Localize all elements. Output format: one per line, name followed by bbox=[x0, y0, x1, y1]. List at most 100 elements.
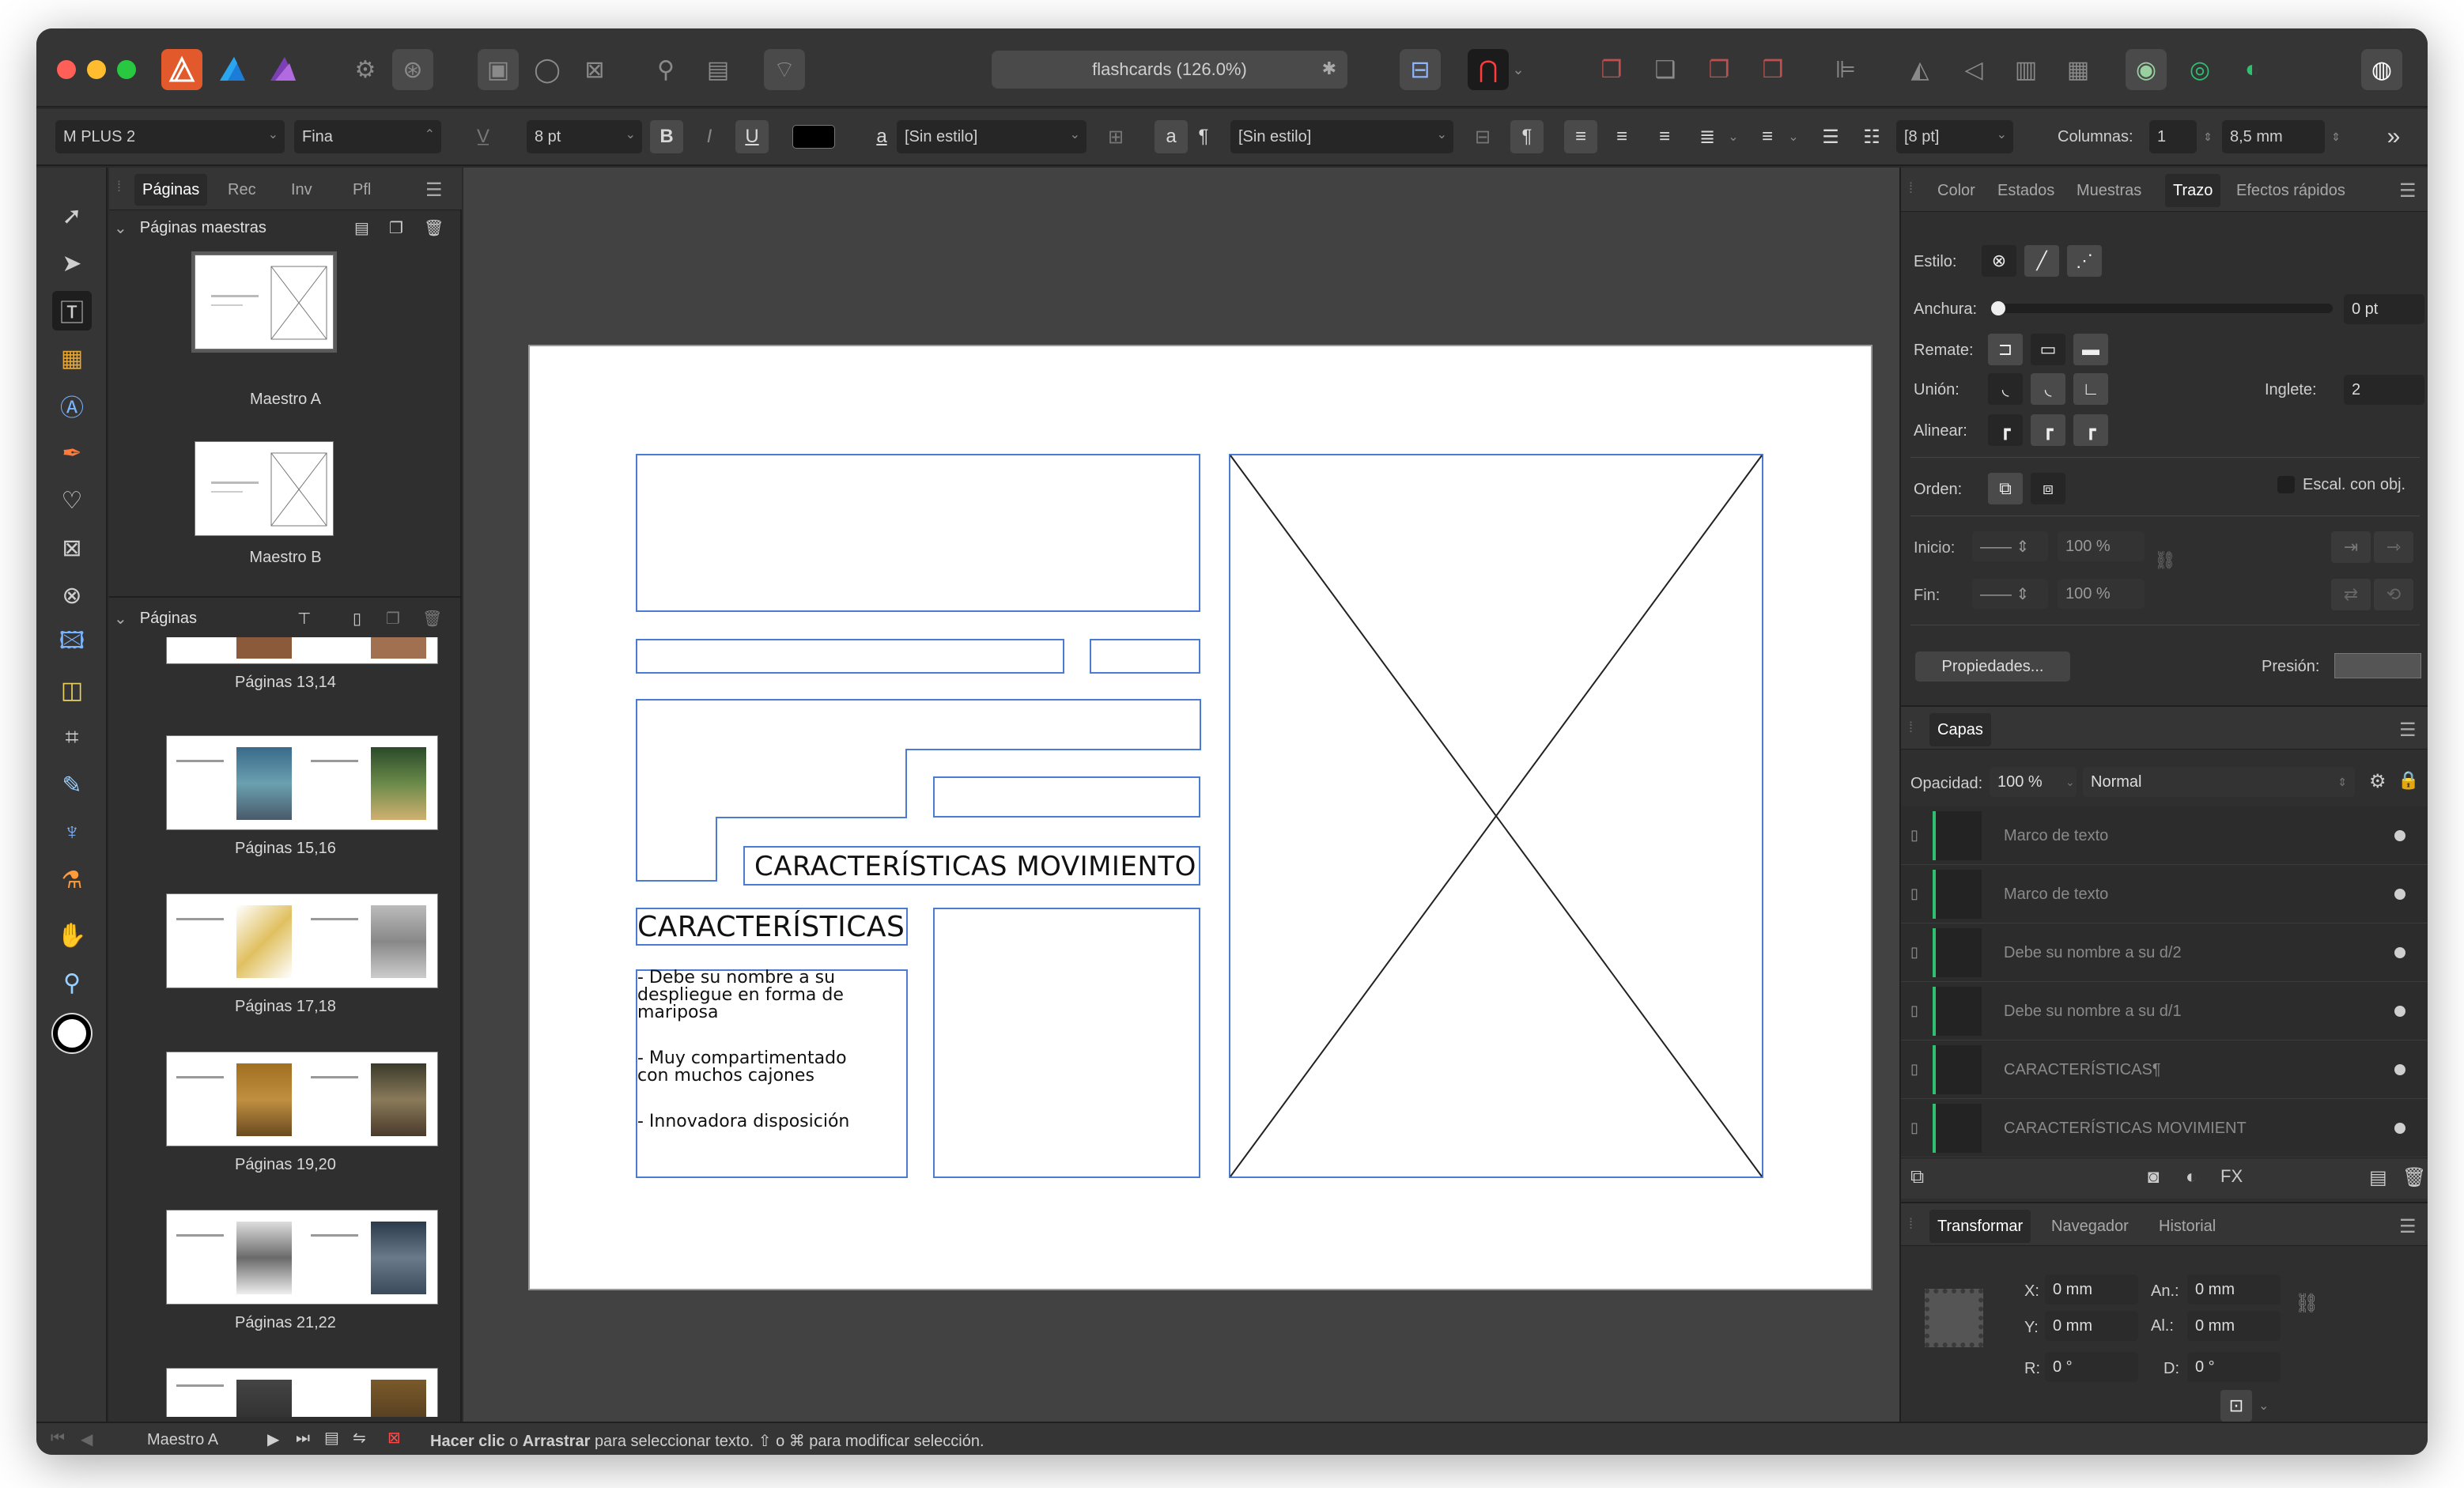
pin-icon[interactable]: ⚲ bbox=[645, 49, 686, 90]
vertical-align-button[interactable]: ≡ bbox=[1751, 120, 1784, 153]
spread-thumbnail[interactable] bbox=[166, 1210, 438, 1305]
toolbar-overflow-button[interactable]: » bbox=[2377, 120, 2410, 153]
link-scale-icon[interactable]: ⛓ bbox=[2154, 550, 2176, 571]
duplicate-master-icon[interactable]: ❐ bbox=[389, 218, 403, 238]
justify-dropdown-icon[interactable]: ⌄ bbox=[1725, 120, 1741, 153]
spread-thumbnail[interactable] bbox=[166, 893, 438, 988]
tab-color[interactable]: Color bbox=[1929, 174, 1983, 207]
node-tool-icon[interactable]: ➤ bbox=[52, 244, 92, 283]
picture-frame-ellipse-icon[interactable]: ⊗ bbox=[52, 576, 92, 615]
solid-stroke-icon[interactable]: ╱ bbox=[2024, 245, 2059, 277]
panel-menu-icon[interactable]: ☰ bbox=[2391, 174, 2424, 207]
clear-para-style-icon[interactable]: ⊟ bbox=[1466, 120, 1499, 153]
tab-pages[interactable]: Páginas bbox=[134, 174, 208, 206]
spread-thumbnail[interactable] bbox=[166, 1052, 438, 1146]
rotation-field[interactable]: 0 ° bbox=[2045, 1352, 2138, 1382]
layer-row[interactable]: ▯ Debe su nombre a su d/2 bbox=[1901, 923, 2428, 982]
layer-row[interactable]: ▯ CARACTERÍSTICAS¶ bbox=[1901, 1040, 2428, 1099]
baseline-grid-icon[interactable]: ⊟ bbox=[1400, 49, 1441, 90]
italic-button[interactable]: I bbox=[693, 120, 726, 153]
layer-visibility-toggle[interactable] bbox=[2394, 1123, 2405, 1134]
mask-layer-icon[interactable]: ◙ bbox=[2148, 1166, 2160, 1188]
underline-button[interactable]: U bbox=[735, 120, 769, 153]
panel-menu-icon[interactable]: ☰ bbox=[418, 174, 451, 206]
font-size-field[interactable]: 8 pt ⌄ bbox=[527, 120, 642, 153]
transform-origin-icon[interactable]: ⊡ bbox=[2220, 1390, 2252, 1422]
start-arrow-select[interactable]: —— ⇕ bbox=[1972, 531, 2048, 561]
end-arrow-select[interactable]: —— ⇕ bbox=[1972, 579, 2048, 609]
tab-resources[interactable]: Rec bbox=[220, 174, 264, 206]
master-b-thumbnail[interactable] bbox=[195, 441, 334, 536]
layer-visibility-toggle[interactable] bbox=[2394, 947, 2405, 958]
tab-layers[interactable]: Capas bbox=[1929, 713, 1991, 746]
align-left-text-button[interactable]: ≡ bbox=[1564, 120, 1597, 153]
layer-row[interactable]: ▯ Marco de texto bbox=[1901, 865, 2428, 923]
place-image-tool-icon[interactable]: 🖾 bbox=[52, 623, 92, 663]
hide-show-icon[interactable]: ⌔ bbox=[764, 49, 805, 90]
layer-row[interactable]: ▯ Debe su nombre a su d/1 bbox=[1901, 982, 2428, 1040]
duplicate-page-icon[interactable]: ❐ bbox=[386, 609, 400, 629]
next-page-icon[interactable]: ▶ bbox=[267, 1429, 279, 1449]
dashed-stroke-icon[interactable]: ⋰ bbox=[2067, 245, 2102, 277]
paragraph-style-select[interactable]: [Sin estilo] ⌄ bbox=[1230, 120, 1453, 153]
arrange-back-icon[interactable]: ❐ bbox=[1591, 49, 1632, 90]
text-frame[interactable] bbox=[636, 454, 1200, 612]
layer-row[interactable]: ▯ CARACTERÍSTICAS MOVIMIENT bbox=[1901, 1099, 2428, 1158]
panel-menu-icon[interactable]: ☰ bbox=[2391, 1210, 2424, 1243]
heading-movement-frame[interactable]: CARACTERÍSTICAS MOVIMIENTO bbox=[743, 846, 1200, 886]
tab-states[interactable]: Estados bbox=[1990, 174, 2062, 207]
justify-text-button[interactable]: ≣ bbox=[1691, 120, 1724, 153]
paragraph-spacing-field[interactable]: [8 pt] ⌄ bbox=[1896, 120, 2013, 153]
text-frame[interactable] bbox=[1090, 639, 1200, 674]
y-field[interactable]: 0 mm bbox=[2045, 1311, 2138, 1341]
arrange-forward-icon[interactable]: ❐ bbox=[1699, 49, 1740, 90]
font-family-select[interactable]: M PLUS 2 ⌄ bbox=[55, 120, 285, 153]
geometry-add-icon[interactable]: ◉ bbox=[2126, 49, 2167, 90]
spread-thumbnail[interactable] bbox=[166, 735, 438, 830]
height-t-field[interactable]: 0 mm bbox=[2187, 1311, 2281, 1341]
panel-menu-icon[interactable]: ☰ bbox=[2391, 713, 2424, 746]
gutter-stepper[interactable]: ⇕ bbox=[2328, 120, 2344, 153]
anchor-point-selector[interactable] bbox=[1925, 1289, 1983, 1347]
bullet-list-button[interactable]: ☰ bbox=[1814, 120, 1847, 153]
tracking-icon[interactable]: V̲ bbox=[467, 120, 500, 153]
columns-stepper[interactable]: ⇕ bbox=[2200, 120, 2216, 153]
layer-visibility-toggle[interactable] bbox=[2394, 1006, 2405, 1017]
delete-layer-icon[interactable]: 🗑 bbox=[2402, 1166, 2426, 1189]
numbered-list-button[interactable]: ☷ bbox=[1855, 120, 1888, 153]
close-window-button[interactable] bbox=[57, 60, 76, 79]
current-master-label[interactable]: Maestro A bbox=[147, 1431, 218, 1449]
tab-navigator[interactable]: Navegador bbox=[2043, 1210, 2137, 1243]
page-options-icon[interactable]: ⊤ bbox=[297, 609, 311, 629]
show-pilcrow-button[interactable]: ¶ bbox=[1510, 120, 1544, 153]
layer-visibility-toggle[interactable] bbox=[2394, 889, 2405, 900]
fill-tool-icon[interactable]: ◫ bbox=[52, 670, 92, 710]
artistic-text-tool-icon[interactable]: Ⓐ bbox=[52, 386, 92, 425]
align-center-stroke-icon[interactable]: ┏ bbox=[1988, 414, 2023, 446]
insert-frame-icon[interactable]: ▦ bbox=[2058, 49, 2099, 90]
flip-horizontal-icon[interactable]: ◭ bbox=[1899, 49, 1941, 90]
gutter-field[interactable]: 8,5 mm bbox=[2222, 120, 2325, 153]
arrange-backward-icon[interactable]: ❑ bbox=[1645, 49, 1686, 90]
text-frame[interactable] bbox=[933, 908, 1200, 1178]
layer-settings-gear-icon[interactable]: ⚙ bbox=[2369, 770, 2387, 793]
round-cap-icon[interactable]: ▭ bbox=[2031, 334, 2065, 365]
close-tab-icon[interactable]: ✱ bbox=[1322, 59, 1336, 79]
last-page-icon[interactable]: ⏭ bbox=[296, 1429, 310, 1448]
panel-grip-icon[interactable]: ⁞ bbox=[117, 179, 121, 195]
spread-thumbnail[interactable] bbox=[166, 637, 438, 664]
bold-button[interactable]: B bbox=[650, 120, 683, 153]
bullets-frame[interactable]: - Debe su nombre a su despliegue en form… bbox=[636, 969, 908, 1178]
character-style-select[interactable]: [Sin estilo] ⌄ bbox=[897, 120, 1087, 153]
tab-transform[interactable]: Transformar bbox=[1929, 1210, 2031, 1243]
first-page-icon[interactable]: ⏮ bbox=[51, 1429, 65, 1448]
add-master-icon[interactable]: ▤ bbox=[354, 218, 369, 238]
layer-visibility-toggle[interactable] bbox=[2394, 1064, 2405, 1075]
x-field[interactable]: 0 mm bbox=[2045, 1275, 2138, 1305]
geometry-intersect-icon[interactable]: ◐ bbox=[2232, 49, 2273, 90]
transform-options-dropdown-icon[interactable]: ⌄ bbox=[2258, 1398, 2269, 1414]
text-color-swatch[interactable] bbox=[792, 125, 835, 149]
shape-tool-icon[interactable]: ♡ bbox=[52, 481, 92, 520]
crop-tool-icon[interactable]: ⌗ bbox=[52, 718, 92, 757]
prev-page-icon[interactable]: ◀ bbox=[81, 1429, 93, 1449]
